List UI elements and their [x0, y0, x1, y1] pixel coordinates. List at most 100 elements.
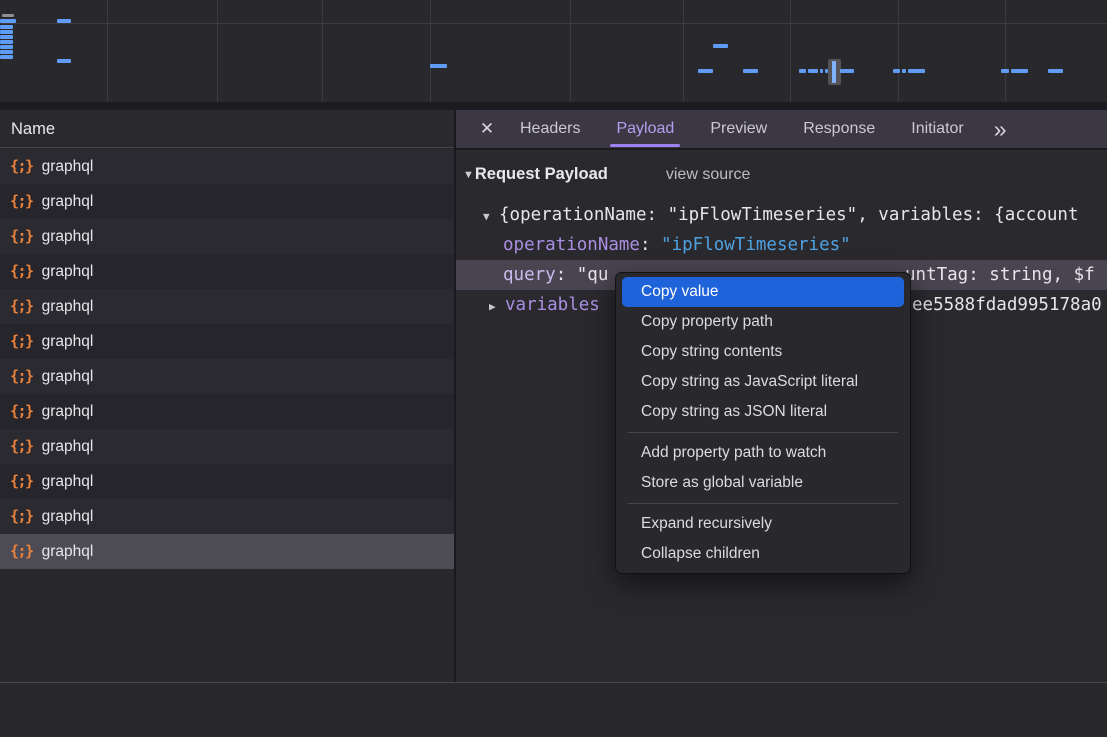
- overview-gridline: [217, 0, 218, 102]
- request-row[interactable]: {;} graphql: [0, 464, 454, 499]
- menu-item-copy-property-path[interactable]: Copy property path: [622, 307, 904, 337]
- tab-preview[interactable]: Preview: [710, 110, 767, 148]
- collapse-arrow-icon[interactable]: ▼: [463, 169, 474, 181]
- section-title: Request Payload: [475, 165, 608, 183]
- view-source-link[interactable]: view source: [666, 166, 750, 183]
- request-name-label: graphql: [42, 193, 94, 211]
- request-list: {;} graphql {;} graphql {;} graphql {;} graphql…: [0, 149, 454, 570]
- json-braces-icon: {;}: [10, 402, 33, 420]
- overview-selection-bar: [832, 61, 836, 83]
- tab-headers[interactable]: Headers: [520, 110, 580, 148]
- menu-item-collapse-children[interactable]: Collapse children: [622, 539, 904, 569]
- property-value-left: "qu: [577, 265, 609, 285]
- collapse-arrow-icon[interactable]: ▼: [483, 202, 499, 230]
- request-row[interactable]: {;}graphql: [0, 359, 454, 394]
- request-name-label: graphql: [42, 543, 94, 561]
- request-row[interactable]: {;}graphql: [0, 219, 454, 254]
- context-menu: Copy valueCopy property pathCopy string …: [615, 272, 911, 574]
- overview-bottom-divider: [0, 102, 1107, 110]
- property-value-right: untTag: string, $f: [905, 260, 1095, 290]
- menu-separator: [628, 503, 898, 504]
- payload-preview-text: {operationName: "ipFlowTimeseries", vari…: [499, 205, 1078, 225]
- expand-arrow-icon[interactable]: ▶: [489, 292, 505, 320]
- overview-gridline: [683, 0, 684, 102]
- request-timing-bar: [1048, 69, 1063, 73]
- overview-gridline: [570, 0, 571, 102]
- json-braces-icon: {;}: [10, 157, 33, 175]
- request-timing-bar: [902, 69, 906, 73]
- operation-name-row[interactable]: operationName: "ipFlowTimeseries": [456, 230, 1107, 260]
- request-row[interactable]: {;}graphql: [0, 324, 454, 359]
- property-value-right: ee5588fdad995178a0: [912, 290, 1102, 320]
- close-icon[interactable]: ✕: [476, 119, 498, 139]
- request-name-label: graphql: [42, 508, 94, 526]
- request-payload-header: ▼Request Payload view source: [456, 150, 1107, 192]
- json-braces-icon: {;}: [10, 332, 33, 350]
- request-timing-bar: [57, 59, 71, 63]
- request-timing-bar: [2, 14, 14, 17]
- request-name-label: graphql: [42, 158, 94, 176]
- request-timing-bar: [0, 30, 13, 34]
- request-row[interactable]: {;}graphql: [0, 289, 454, 324]
- request-row[interactable]: {;} graphql: [0, 534, 454, 569]
- request-timing-bar: [0, 55, 13, 59]
- request-timing-bar: [908, 69, 925, 73]
- request-timing-bar: [0, 19, 16, 23]
- property-key: query: [503, 265, 556, 285]
- payload-root-row[interactable]: ▼{operationName: "ipFlowTimeseries", var…: [456, 200, 1107, 230]
- request-timing-bar: [893, 69, 900, 73]
- menu-item-store-as-global-variable[interactable]: Store as global variable: [622, 468, 904, 498]
- request-timing-bar: [799, 69, 806, 73]
- request-timing-bar: [0, 25, 13, 29]
- request-name-label: graphql: [42, 473, 94, 491]
- menu-separator: [628, 432, 898, 433]
- devtools-network-panel: Name {;}graphql{;}graphql{;}graphql{;}gr…: [0, 0, 1110, 740]
- request-timing-bar: [840, 69, 854, 73]
- request-timing-bar: [0, 40, 13, 44]
- tab-response[interactable]: Response: [803, 110, 875, 148]
- name-column-header[interactable]: Name: [0, 110, 454, 148]
- json-braces-icon: {;}: [10, 297, 33, 315]
- detail-tab-bar: ✕ Headers Payload Preview Response Initiator…: [456, 110, 1107, 148]
- request-timing-bar: [1011, 69, 1028, 73]
- json-braces-icon: {;}: [10, 542, 33, 560]
- more-tabs-icon[interactable]: »: [994, 111, 1007, 147]
- json-braces-icon: {;}: [10, 192, 33, 210]
- request-timing-bar: [820, 69, 823, 73]
- request-timing-bar: [430, 64, 447, 68]
- request-row[interactable]: {;}graphql: [0, 394, 454, 429]
- overview-lane-divider: [0, 23, 1107, 24]
- request-timing-bar: [808, 69, 818, 73]
- overview-gridline: [790, 0, 791, 102]
- tab-payload[interactable]: Payload: [616, 110, 674, 148]
- request-row[interactable]: {;} graphql: [0, 499, 454, 534]
- request-timing-bar: [0, 45, 13, 49]
- request-name-label: graphql: [42, 263, 94, 281]
- json-braces-icon: {;}: [10, 472, 33, 490]
- tab-initiator[interactable]: Initiator: [911, 110, 963, 148]
- menu-item-copy-string-contents[interactable]: Copy string contents: [622, 337, 904, 367]
- request-timing-bar: [57, 19, 71, 23]
- request-name-label: graphql: [42, 228, 94, 246]
- request-row[interactable]: {;} graphql: [0, 149, 454, 184]
- json-braces-icon: {;}: [10, 507, 33, 525]
- property-value: "ipFlowTimeseries": [661, 235, 851, 255]
- property-key: variables: [505, 295, 600, 315]
- request-timing-bar: [0, 35, 13, 39]
- request-row[interactable]: {;} graphql: [0, 429, 454, 464]
- menu-item-copy-string-as-json-literal[interactable]: Copy string as JSON literal: [622, 397, 904, 427]
- request-name-label: graphql: [42, 438, 94, 456]
- menu-item-add-property-path-to-watch[interactable]: Add property path to watch: [622, 438, 904, 468]
- overview-gridline: [898, 0, 899, 102]
- menu-item-copy-string-as-javascript-literal[interactable]: Copy string as JavaScript literal: [622, 367, 904, 397]
- request-timing-bar: [713, 44, 728, 48]
- request-row[interactable]: {;} graphql: [0, 254, 454, 289]
- menu-item-copy-value[interactable]: Copy value: [622, 277, 904, 307]
- json-braces-icon: {;}: [10, 262, 33, 280]
- menu-item-expand-recursively[interactable]: Expand recursively: [622, 509, 904, 539]
- json-braces-icon: {;}: [10, 437, 33, 455]
- json-braces-icon: {;}: [10, 367, 33, 385]
- network-overview-timeline[interactable]: [0, 0, 1107, 102]
- request-row[interactable]: {;} graphql: [0, 184, 454, 219]
- request-timing-bar: [743, 69, 758, 73]
